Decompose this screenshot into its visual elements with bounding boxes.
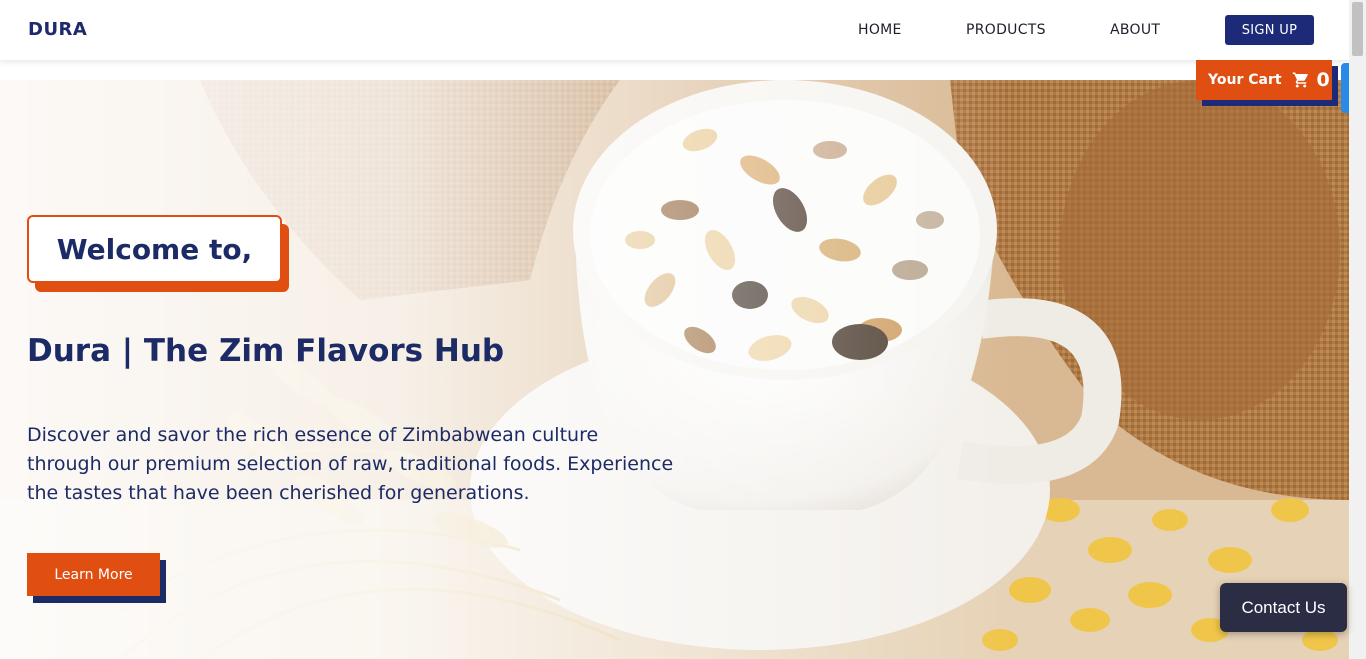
navbar: DURA HOME PRODUCTS ABOUT SIGN UP <box>0 0 1349 60</box>
hero-overlay <box>0 80 1349 659</box>
scrollbar-track[interactable] <box>1349 0 1366 659</box>
learn-more-button[interactable]: Learn More <box>27 553 160 596</box>
shopping-cart-icon <box>1292 72 1308 88</box>
hero-description: Discover and savor the rich essence of Z… <box>27 424 674 504</box>
contact-us-button[interactable]: Contact Us <box>1220 583 1347 632</box>
nav-link-home[interactable]: HOME <box>858 22 902 38</box>
cart-button[interactable]: Your Cart 0 <box>1196 60 1332 100</box>
sign-up-button[interactable]: SIGN UP <box>1225 15 1314 45</box>
side-accent-tab <box>1341 63 1349 113</box>
welcome-card: Welcome to, <box>27 215 289 292</box>
welcome-box: Welcome to, <box>27 215 282 283</box>
scrollbar-thumb[interactable] <box>1352 2 1363 56</box>
cart-count: 0 <box>1316 69 1330 91</box>
welcome-text: Welcome to, <box>56 232 253 266</box>
brand-logo[interactable]: DURA <box>28 19 87 40</box>
hero-title: Dura | The Zim Flavors Hub <box>27 333 505 369</box>
nav-link-products[interactable]: PRODUCTS <box>966 22 1046 38</box>
hero-section <box>0 80 1349 659</box>
cart-label: Your Cart <box>1208 72 1282 88</box>
learn-more-wrapper: Learn More <box>27 553 166 603</box>
nav-link-about[interactable]: ABOUT <box>1110 22 1160 38</box>
